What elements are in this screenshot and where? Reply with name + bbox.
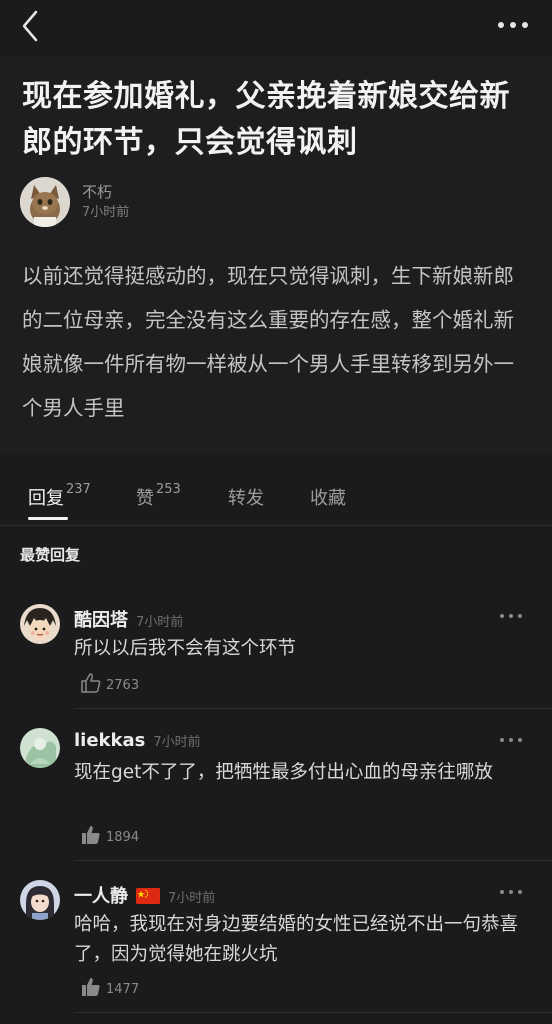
section-title: 最赞回复 [20,546,81,564]
author-name[interactable]: 不朽 [82,181,129,203]
comment-text: 现在get不了了，把牺牲最多付出心血的母亲往哪放 [74,762,493,783]
tab-label: 转发 [228,488,264,509]
active-tab-indicator [28,517,68,520]
post-time: 7小时前 [82,205,130,220]
tab-count: 253 [156,482,181,497]
thumbs-up-filled-icon [80,976,102,1002]
tab-label: 赞 [136,488,154,509]
comment-text: 哈哈，我现在对身边要结婚的女性已经说不出一句恭喜了，因为觉得她在跳火坑 [74,914,519,965]
divider [74,708,552,709]
more-options-icon[interactable] [498,12,528,38]
tab-replies[interactable]: 回复 237 [28,482,91,510]
post-card: 现在参加婚礼，父亲挽着新娘交给新郎的环节，只会觉得讽刺 不朽 7小时前 以前还觉… [0,56,552,454]
comment-more-icon[interactable] [500,890,522,896]
comment-time: 7小时前 [168,891,216,906]
like-count: 1477 [106,981,140,997]
tab-bar: 回复 237 赞 253 转发 收藏 [0,466,552,526]
like-count: 1894 [106,829,140,845]
comment-like-button[interactable]: 2763 [80,672,139,698]
tab-favorites[interactable]: 收藏 [310,484,346,510]
commenter-avatar[interactable] [20,728,60,768]
comment-time: 7小时前 [136,615,184,630]
comment-like-button[interactable]: 1477 [80,976,139,1002]
back-icon[interactable] [18,8,46,44]
commenter-avatar[interactable] [20,880,60,920]
tab-reposts[interactable]: 转发 [228,484,264,510]
comment-more-icon[interactable] [500,738,522,744]
commenter-name[interactable]: 酷因塔 [74,606,128,632]
thumbs-up-filled-icon [80,824,102,850]
comment-more-icon[interactable] [500,614,522,620]
divider [74,860,552,861]
commenter-name[interactable]: liekkas [74,730,145,751]
tab-count: 237 [66,482,91,497]
post-title: 现在参加婚礼，父亲挽着新娘交给新郎的环节，只会觉得讽刺 [22,79,510,160]
china-flag-icon [136,888,160,904]
tab-likes[interactable]: 赞 253 [136,482,181,510]
tab-label: 收藏 [310,488,346,509]
top-bar [0,0,552,56]
tab-label: 回复 [28,488,64,509]
author-avatar[interactable] [20,177,70,227]
like-count: 2763 [106,677,140,693]
comment-time: 7小时前 [153,735,201,750]
commenter-avatar[interactable] [20,604,60,644]
post-author[interactable]: 不朽 7小时前 [20,176,129,228]
comment-like-button[interactable]: 1894 [80,824,139,850]
thumbs-up-outline-icon [80,672,102,698]
post-body: 以前还觉得挺感动的，现在只觉得讽刺，生下新娘新郎的二位母亲，完全没有这么重要的存… [22,264,514,420]
comment-text: 所以以后我不会有这个环节 [74,638,297,659]
commenter-name[interactable]: 一人静 [74,882,128,908]
divider [74,1012,552,1013]
